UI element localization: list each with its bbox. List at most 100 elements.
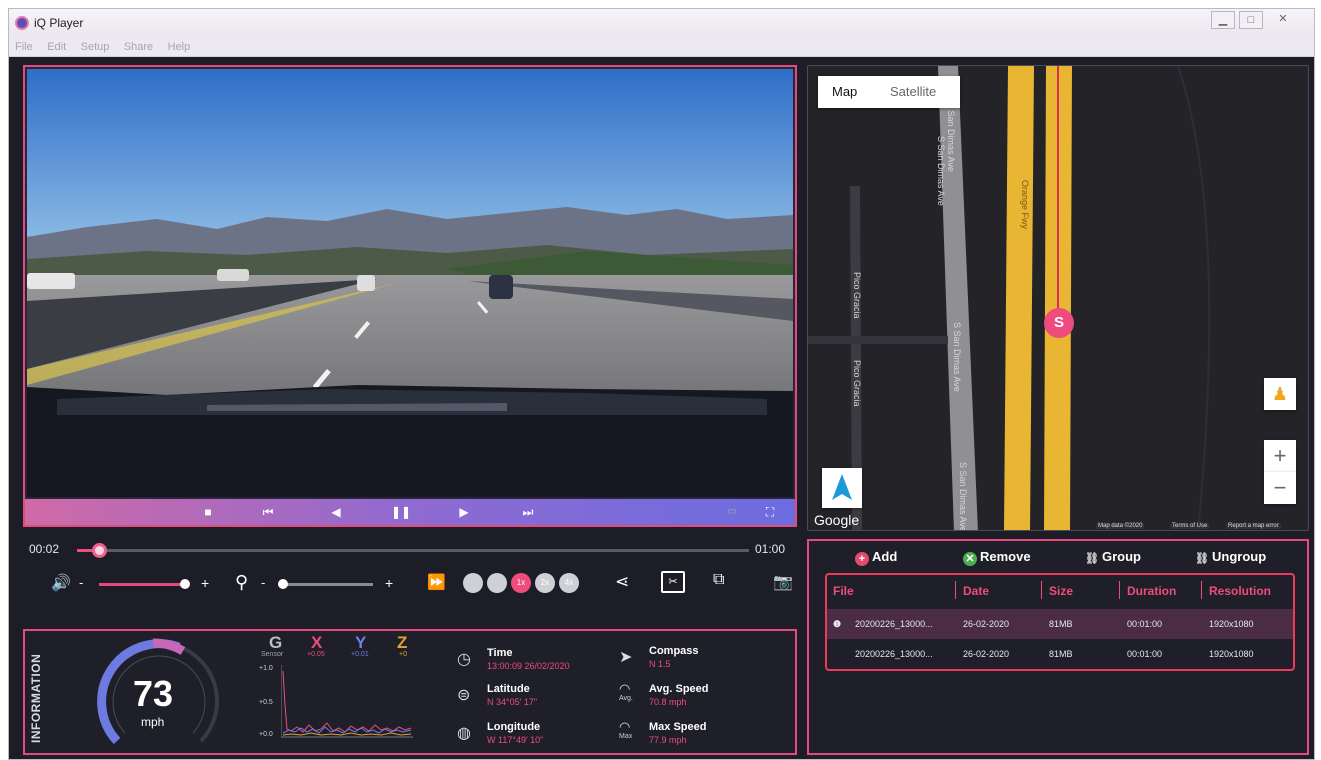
remove-label: Remove <box>980 549 1031 564</box>
max-speed-value: 77.9 mph <box>649 735 687 745</box>
table-row[interactable]: 20200226_13000... 26-02-2020 81MB 00:01:… <box>827 639 1293 669</box>
zoom-knob[interactable] <box>277 579 288 589</box>
step-forward-icon[interactable]: ▶ <box>455 503 473 521</box>
longitude-label: Longitude <box>487 721 541 733</box>
g-sensor-graph <box>281 665 413 738</box>
clip-cut-icon[interactable]: ✂ <box>661 571 685 593</box>
remove-icon: ✕ <box>963 552 977 566</box>
compass-value: N 1.5 <box>649 659 671 669</box>
volume-plus[interactable]: + <box>201 575 209 591</box>
menu-file[interactable]: File <box>9 37 37 53</box>
column-date[interactable]: Date <box>963 584 989 598</box>
menu-bar: File Edit Setup Share Help <box>9 37 1314 57</box>
street-label: S San Dimas Ave <box>936 136 946 206</box>
zoom-icon[interactable]: ⚲ <box>235 572 248 593</box>
information-title: INFORMATION <box>29 653 43 743</box>
dashcam-video[interactable] <box>27 69 793 497</box>
column-divider <box>1041 581 1042 599</box>
ungroup-button[interactable]: ⛓ Ungroup <box>1195 549 1266 566</box>
column-size[interactable]: Size <box>1049 584 1073 598</box>
share-icon[interactable]: ⋖ <box>615 572 629 592</box>
globe-icon: ⊜ <box>457 687 471 704</box>
next-icon[interactable]: ⏭ <box>519 503 537 521</box>
volume-knob[interactable] <box>179 579 190 589</box>
video-panel: ■ ⏮ ◀ ❚❚ ▶ ⏭ ▭ ⛶ <box>23 65 797 527</box>
navigation-arrow-graphic <box>832 474 852 500</box>
mini-player-icon[interactable]: ▭ <box>723 503 741 521</box>
previous-icon[interactable]: ⏮ <box>259 503 277 521</box>
file-name-cell: 20200226_13000... <box>855 619 933 629</box>
menu-setup[interactable]: Setup <box>75 37 114 53</box>
clock-icon: ◷ <box>457 651 471 668</box>
add-icon: + <box>855 552 869 566</box>
group-button[interactable]: ⛓ Group <box>1085 549 1141 566</box>
column-resolution[interactable]: Resolution <box>1209 584 1271 598</box>
x-axis-value: +0.05 <box>307 651 325 658</box>
restore-button[interactable]: □ <box>1239 11 1263 29</box>
terms-link[interactable]: Terms of Use <box>1170 523 1210 529</box>
g-sensor-label: G <box>269 633 283 652</box>
fullscreen-icon[interactable]: ⛶ <box>761 503 779 521</box>
app-window: iQ Player ▁ □ ✕ File Edit Setup Share He… <box>8 8 1315 760</box>
street-label: S San Dimas Ave <box>946 102 956 172</box>
zoom-plus[interactable]: + <box>385 575 393 591</box>
map-zoom-out-button[interactable]: − <box>1264 472 1296 504</box>
minimize-button[interactable]: ▁ <box>1211 11 1235 29</box>
add-button[interactable]: + Add <box>855 549 897 566</box>
y-axis-label: Y <box>355 633 367 652</box>
latitude-label: Latitude <box>487 683 530 695</box>
snapshot-camera-icon[interactable]: 📷 <box>773 572 793 592</box>
close-button[interactable]: ✕ <box>1271 11 1295 29</box>
stop-icon[interactable]: ■ <box>199 503 217 521</box>
street-label: S San Dimas Ave <box>958 462 968 531</box>
street-label: Pico Gracia <box>852 272 862 319</box>
table-row[interactable]: ❶ 20200226_13000... 26-02-2020 81MB 00:0… <box>827 609 1293 639</box>
zoom-minus[interactable]: - <box>261 575 265 590</box>
speed-option[interactable] <box>487 573 507 593</box>
menu-edit[interactable]: Edit <box>41 37 70 53</box>
map-zoom-in-button[interactable]: + <box>1264 440 1296 472</box>
duration-cell: 00:01:00 <box>1127 619 1163 629</box>
compass-label: Compass <box>649 645 699 657</box>
speed-option-active[interactable]: 1x <box>511 573 531 593</box>
switch-view-icon[interactable]: ⧉ <box>713 571 724 589</box>
navigation-arrow-icon[interactable] <box>822 468 862 508</box>
speed-option[interactable]: 2x <box>535 573 555 593</box>
step-back-icon[interactable]: ◀ <box>327 503 345 521</box>
start-marker[interactable]: S <box>1044 308 1074 338</box>
speed-option[interactable] <box>463 573 483 593</box>
street-label: S San Dimas Ave <box>952 322 962 392</box>
volume-icon[interactable]: 🔊 <box>51 573 71 593</box>
map-canvas[interactable] <box>808 66 1309 531</box>
menu-share[interactable]: Share <box>118 37 157 53</box>
total-time: 01:00 <box>755 542 786 556</box>
avg-speed-value: 70.8 mph <box>649 697 687 707</box>
playing-indicator-icon: ❶ <box>833 619 842 629</box>
street-view-pegman-icon[interactable]: ♟ <box>1264 378 1296 410</box>
remove-button[interactable]: ✕ Remove <box>963 549 1031 566</box>
zoom-slider[interactable] <box>277 579 373 589</box>
column-divider <box>1201 581 1202 599</box>
avg-speed-label: Avg. Speed <box>649 683 709 695</box>
menu-help[interactable]: Help <box>162 37 195 53</box>
speed-unit: mph <box>141 715 165 729</box>
volume-minus[interactable]: - <box>79 575 83 590</box>
report-map-error-link[interactable]: Report a map error <box>1226 523 1281 529</box>
longitude-value: W 117°49' 10" <box>487 735 544 745</box>
tab-satellite[interactable]: Satellite <box>890 84 936 99</box>
x-axis-label: X <box>311 633 323 652</box>
current-time: 00:02 <box>29 542 60 556</box>
fast-forward-icon[interactable]: ⏩ <box>427 573 446 591</box>
tab-map[interactable]: Map <box>832 84 857 99</box>
speed-option[interactable]: 4x <box>559 573 579 593</box>
timeline: 00:02 01:00 <box>29 539 799 559</box>
column-file[interactable]: File <box>833 584 854 598</box>
volume-slider[interactable] <box>99 579 190 589</box>
seek-thumb[interactable] <box>92 543 108 558</box>
pause-icon[interactable]: ❚❚ <box>391 503 411 521</box>
max-speed-label: Max Speed <box>649 721 707 733</box>
map-panel[interactable]: S San Dimas Ave S San Dimas Ave S San Di… <box>807 65 1309 531</box>
column-duration[interactable]: Duration <box>1127 584 1176 598</box>
seek-bar[interactable] <box>77 543 749 558</box>
date-cell: 26-02-2020 <box>963 649 1010 659</box>
